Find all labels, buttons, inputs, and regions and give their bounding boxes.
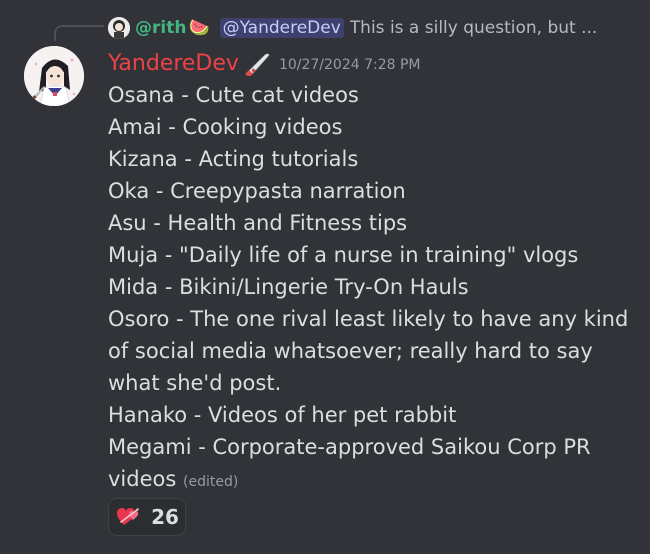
timestamp[interactable]: 10/27/2024 7:28 PM — [279, 57, 421, 73]
message-line: Osoro - The one rival least likely to ha… — [108, 307, 629, 331]
heart-icon — [115, 503, 143, 531]
message-line: Hanako - Videos of her pet rabbit — [108, 403, 457, 427]
message-line: Amai - Cooking videos — [108, 115, 343, 139]
reply-avatar[interactable] — [108, 17, 130, 39]
message-line: Megami - Corporate-approved Saikou Corp … — [108, 435, 591, 459]
message-line: Osana - Cute cat videos — [108, 83, 359, 107]
reply-reference[interactable]: @rith 🍉 @YandereDev This is a silly ques… — [108, 14, 643, 42]
message-line-text: videos — [108, 467, 177, 491]
avatar[interactable] — [24, 46, 84, 106]
reply-spine — [54, 25, 104, 41]
reply-author[interactable]: @rith — [135, 18, 186, 38]
message-line: Asu - Health and Fitness tips — [108, 211, 408, 235]
knife-icon — [243, 50, 273, 77]
message-content: Osana - Cute cat videos Amai - Cooking v… — [108, 79, 628, 498]
watermelon-icon: 🍉 — [188, 18, 210, 38]
mention[interactable]: @YandereDev — [219, 18, 344, 38]
message-line: Mida - Bikini/Lingerie Try-On Hauls — [108, 275, 469, 299]
reaction-button[interactable]: 26 — [108, 498, 186, 536]
message-line: Kizana - Acting tutorials — [108, 147, 359, 171]
message-header: YandereDev 10/27/2024 7:28 PM — [108, 48, 421, 78]
message-line: Oka - Creepypasta narration — [108, 179, 406, 203]
message-line: what she'd post. — [108, 371, 282, 395]
message-line: of social media whatsoever; really hard … — [108, 339, 593, 363]
message-line-last: videos (edited) — [108, 463, 628, 498]
edited-label[interactable]: (edited) — [183, 474, 238, 490]
author-name[interactable]: YandereDev — [108, 51, 239, 76]
reply-preview-text[interactable]: This is a silly question, but ... — [350, 18, 598, 38]
message-line: Muja - "Daily life of a nurse in trainin… — [108, 243, 579, 267]
reaction-count: 26 — [151, 505, 179, 529]
